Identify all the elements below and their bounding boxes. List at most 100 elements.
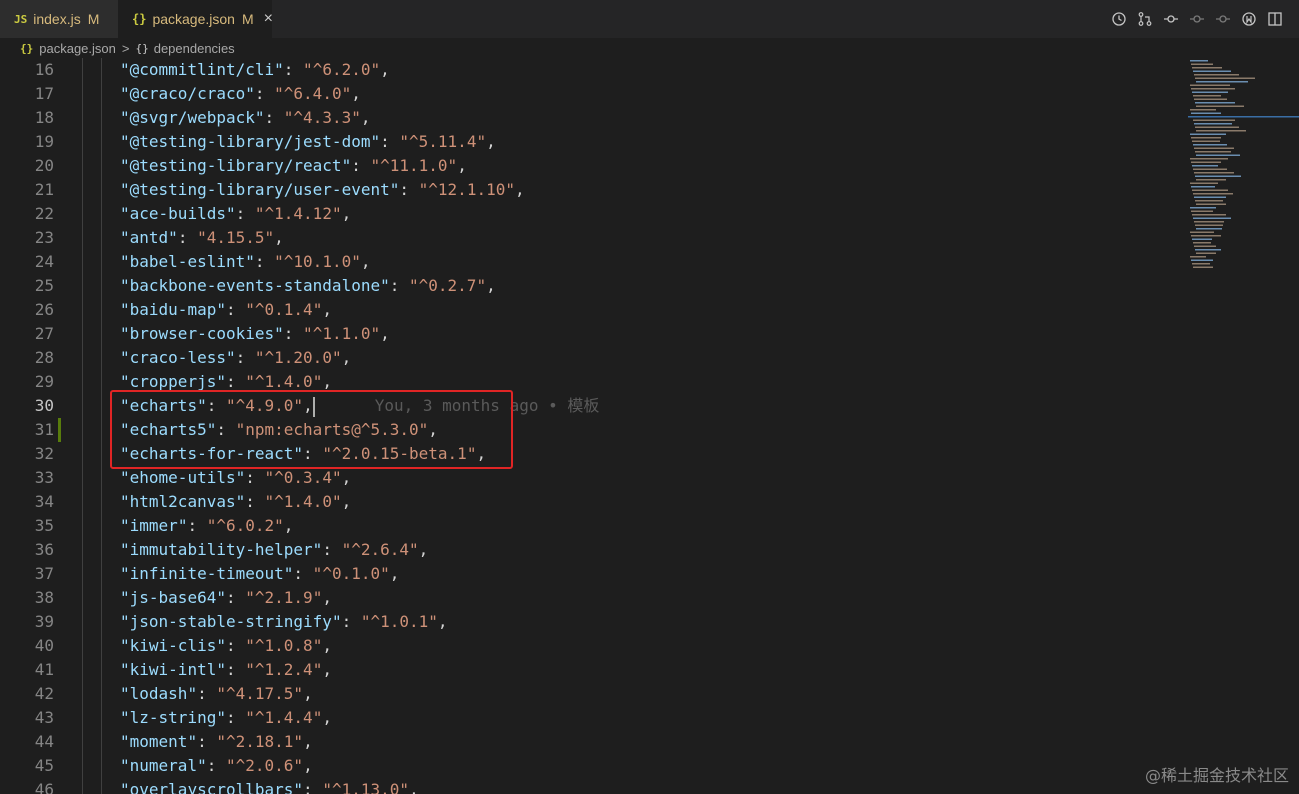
json-key: @testing-library/react <box>129 156 342 175</box>
tab-index-js[interactable]: JS index.js M <box>0 0 118 38</box>
minimap-line <box>1196 252 1216 254</box>
code-line[interactable]: 25 "backbone-events-standalone": "^0.2.7"… <box>0 274 1180 298</box>
line-number: 32 <box>34 444 54 463</box>
minimap-line <box>1196 203 1226 205</box>
code-text: "ace-builds": "^1.4.12", <box>120 204 352 223</box>
tab-package-json[interactable]: {} package.json M × <box>118 0 273 38</box>
code-line[interactable]: 46 "overlayscrollbars": "^1.13.0", <box>0 778 1180 794</box>
json-value: ^5.11.4 <box>409 132 477 151</box>
breadcrumb-section[interactable]: dependencies <box>154 41 235 56</box>
minimap[interactable] <box>1188 58 1299 288</box>
json-key: baidu-map <box>129 300 217 319</box>
json-value: ^0.3.4 <box>274 468 332 487</box>
code-line[interactable]: 26 "baidu-map": "^0.1.4", <box>0 298 1180 322</box>
minimap-line <box>1190 133 1226 135</box>
minimap-line <box>1193 217 1231 219</box>
json-file-icon: {} <box>20 41 34 55</box>
code-text: "antd": "4.15.5", <box>120 228 284 247</box>
minimap-line <box>1195 126 1239 128</box>
line-number: 40 <box>34 636 54 655</box>
line-number: 21 <box>34 180 54 199</box>
code-line[interactable]: 34 "html2canvas": "^1.4.0", <box>0 490 1180 514</box>
code-line[interactable]: 41 "kiwi-intl": "^1.2.4", <box>0 658 1180 682</box>
json-key: @commitlint/cli <box>129 60 275 79</box>
line-number: 38 <box>34 588 54 607</box>
code-line[interactable]: 37 "infinite-timeout": "^0.1.0", <box>0 562 1180 586</box>
minimap-line <box>1194 147 1234 149</box>
minimap-line <box>1192 67 1222 69</box>
code-line[interactable]: 22 "ace-builds": "^1.4.12", <box>0 202 1180 226</box>
line-number: 34 <box>34 492 54 511</box>
line-number: 36 <box>34 540 54 559</box>
code-line[interactable]: 16 "@commitlint/cli": "^6.2.0", <box>0 58 1180 82</box>
line-number: 16 <box>34 60 54 79</box>
code-line[interactable]: 33 "ehome-utils": "^0.3.4", <box>0 466 1180 490</box>
json-value: ^11.1.0 <box>380 156 448 175</box>
code-line[interactable]: 39 "json-stable-stringify": "^1.0.1", <box>0 610 1180 634</box>
git-commit-icon[interactable] <box>1163 11 1179 27</box>
go-forward-icon[interactable] <box>1215 11 1231 27</box>
code-line[interactable]: 27 "browser-cookies": "^1.1.0", <box>0 322 1180 346</box>
minimap-line <box>1190 60 1208 62</box>
code-line[interactable]: 17 "@craco/craco": "^6.4.0", <box>0 82 1180 106</box>
split-editor-icon[interactable] <box>1267 11 1283 27</box>
minimap-line <box>1194 221 1224 223</box>
minimap-line <box>1190 158 1228 160</box>
code-line[interactable]: 45 "numeral": "^2.0.6", <box>0 754 1180 778</box>
code-text: "browser-cookies": "^1.1.0", <box>120 324 390 343</box>
tab-label: index.js <box>33 11 81 27</box>
json-key: browser-cookies <box>129 324 275 343</box>
line-number: 44 <box>34 732 54 751</box>
tab-bar: JS index.js M {} package.json M × <box>0 0 1299 38</box>
json-value: ^1.13.0 <box>331 780 400 794</box>
code-line[interactable]: 24 "babel-eslint": "^10.1.0", <box>0 250 1180 274</box>
line-number: 26 <box>34 300 54 319</box>
code-line[interactable]: 21 "@testing-library/user-event": "^12.1.… <box>0 178 1180 202</box>
line-number: 33 <box>34 468 54 487</box>
json-key: lz-string <box>129 708 217 727</box>
code-line[interactable]: 36 "immutability-helper": "^2.6.4", <box>0 538 1180 562</box>
minimap-line <box>1195 200 1223 202</box>
minimap-line <box>1192 238 1212 240</box>
code-line[interactable]: 42 "lodash": "^4.17.5", <box>0 682 1180 706</box>
json-value: ^1.2.4 <box>254 660 313 679</box>
modified-badge: M <box>241 11 254 27</box>
minimap-line <box>1196 179 1226 181</box>
json-key: overlayscrollbars <box>129 780 294 794</box>
timeline-icon[interactable] <box>1241 11 1257 27</box>
minimap-line <box>1195 175 1241 177</box>
code-line[interactable]: 35 "immer": "^6.0.2", <box>0 514 1180 538</box>
line-number: 42 <box>34 684 54 703</box>
json-key: lodash <box>129 684 188 703</box>
line-number: 31 <box>34 420 54 439</box>
code-text: "overlayscrollbars": "^1.13.0", <box>120 778 419 794</box>
history-icon[interactable] <box>1111 11 1127 27</box>
code-text: "@testing-library/react": "^11.1.0", <box>120 156 467 175</box>
code-line[interactable]: 28 "craco-less": "^1.20.0", <box>0 346 1180 370</box>
code-line[interactable]: 18 "@svgr/webpack": "^4.3.3", <box>0 106 1180 130</box>
source-control-icon[interactable] <box>1137 11 1153 27</box>
code-text: "@craco/craco": "^6.4.0", <box>120 84 361 103</box>
highlight-box <box>110 390 513 469</box>
minimap-line <box>1192 263 1210 265</box>
minimap-line <box>1191 235 1221 237</box>
close-icon[interactable]: × <box>264 10 273 28</box>
code-line[interactable]: 43 "lz-string": "^1.4.4", <box>0 706 1180 730</box>
json-value: ^1.4.0 <box>254 372 313 391</box>
code-text: "immutability-helper": "^2.6.4", <box>120 540 429 559</box>
scrollbar[interactable] <box>1285 58 1299 794</box>
code-line[interactable]: 44 "moment": "^2.18.1", <box>0 730 1180 754</box>
code-line[interactable]: 19 "@testing-library/jest-dom": "^5.11.4"… <box>0 130 1180 154</box>
code-line[interactable]: 40 "kiwi-clis": "^1.0.8", <box>0 634 1180 658</box>
code-line[interactable]: 23 "antd": "4.15.5", <box>0 226 1180 250</box>
breadcrumb-file[interactable]: package.json <box>39 41 116 56</box>
minimap-line <box>1191 186 1215 188</box>
code-text: "backbone-events-standalone": "^0.2.7", <box>120 276 496 295</box>
code-line[interactable]: 38 "js-base64": "^2.1.9", <box>0 586 1180 610</box>
go-back-icon[interactable] <box>1189 11 1205 27</box>
code-line[interactable]: 20 "@testing-library/react": "^11.1.0", <box>0 154 1180 178</box>
json-key: backbone-events-standalone <box>129 276 381 295</box>
minimap-line <box>1192 91 1228 93</box>
code-text: "ehome-utils": "^0.3.4", <box>120 468 352 487</box>
json-value: ^6.0.2 <box>216 516 275 535</box>
